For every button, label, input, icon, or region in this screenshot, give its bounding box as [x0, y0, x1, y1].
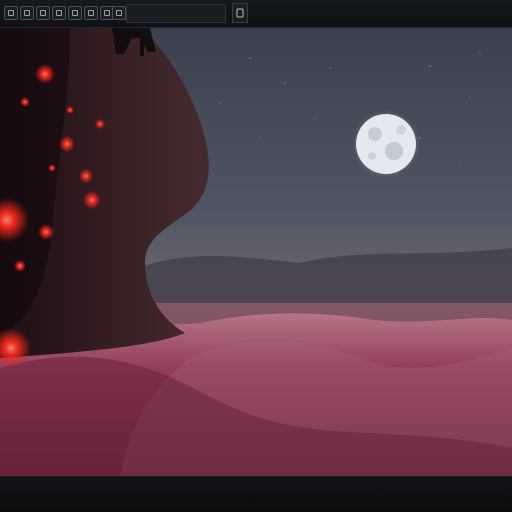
scene-viewport [0, 28, 512, 476]
page-icon[interactable] [232, 3, 248, 23]
app-window [0, 0, 512, 512]
tool-6-icon[interactable] [84, 6, 98, 20]
tool-2-icon[interactable] [20, 6, 34, 20]
vignette [0, 28, 512, 476]
tool-8-icon[interactable] [112, 6, 126, 20]
bottom-statusbar [0, 476, 512, 512]
page-icon-svg [236, 8, 244, 18]
tool-3-icon[interactable] [36, 6, 50, 20]
top-toolbar [0, 0, 512, 28]
tool-5-icon[interactable] [68, 6, 82, 20]
tool-1-icon[interactable] [4, 6, 18, 20]
search-input[interactable] [126, 4, 226, 23]
tool-4-icon[interactable] [52, 6, 66, 20]
scene-svg [0, 28, 512, 476]
